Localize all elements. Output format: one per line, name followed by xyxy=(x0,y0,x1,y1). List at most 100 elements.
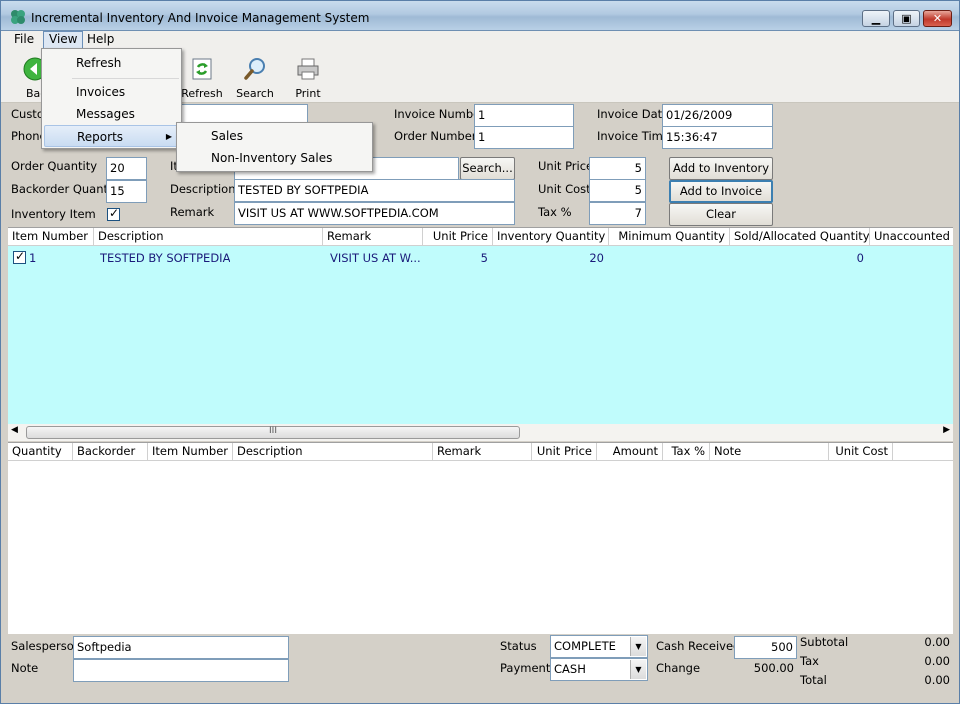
description-label: Description xyxy=(170,182,236,196)
cell-remark: VISIT US AT W... xyxy=(330,251,421,265)
refresh-button[interactable]: Refresh xyxy=(177,53,227,100)
submenu-arrow-icon: ▶ xyxy=(165,132,172,141)
print-button[interactable]: Print xyxy=(283,53,333,100)
col-unit-price[interactable]: Unit Price xyxy=(423,228,493,246)
window-title: Incremental Inventory And Invoice Manage… xyxy=(31,11,370,25)
salesperson-field[interactable]: Softpedia xyxy=(73,636,289,659)
col-quantity[interactable]: Quantity xyxy=(8,443,73,461)
customer-label: Custo xyxy=(11,107,44,121)
search-icon xyxy=(244,58,265,80)
reports-submenu: Sales Non-Inventory Sales xyxy=(176,122,373,172)
refresh-label: Refresh xyxy=(181,87,223,100)
col-unit-cost[interactable]: Unit Cost xyxy=(829,443,893,461)
change-label: Change xyxy=(656,661,701,675)
change-value: 500.00 xyxy=(753,661,794,675)
note-field[interactable] xyxy=(73,659,289,682)
col-unit-price[interactable]: Unit Price xyxy=(532,443,597,461)
unit-cost-field[interactable]: 5 xyxy=(589,179,646,202)
payment-value: CASH xyxy=(554,662,586,676)
col-note[interactable]: Note xyxy=(710,443,829,461)
col-backorder[interactable]: Backorder xyxy=(73,443,148,461)
col-unaccounted[interactable]: Unaccounted xyxy=(870,228,953,246)
description-field[interactable]: TESTED BY SOFTPEDIA xyxy=(234,179,515,202)
col-sold-allocated[interactable]: Sold/Allocated Quantity xyxy=(730,228,870,246)
tax-field[interactable]: 7 xyxy=(589,202,646,225)
note-label: Note xyxy=(11,661,39,675)
menu-file[interactable]: File xyxy=(9,31,39,49)
col-amount[interactable]: Amount xyxy=(597,443,663,461)
view-menu-dropdown: Refresh Invoices Messages Reports ▶ xyxy=(41,48,182,149)
backorder-quantity-field[interactable]: 15 xyxy=(106,180,147,203)
print-label: Print xyxy=(295,87,321,100)
inventory-grid-header: Item Number Description Remark Unit Pric… xyxy=(8,228,953,246)
col-inventory-quantity[interactable]: Inventory Quantity xyxy=(493,228,609,246)
submenu-item-sales[interactable]: Sales xyxy=(179,125,370,147)
invoice-date-field[interactable]: 01/26/2009 xyxy=(662,104,773,127)
search-label: Search xyxy=(236,87,274,100)
invoice-number-field[interactable]: 1 xyxy=(474,104,574,127)
scroll-right-icon[interactable]: ▶ xyxy=(943,425,950,435)
menu-item-messages[interactable]: Messages xyxy=(44,103,179,125)
unit-price-label: Unit Price xyxy=(538,159,594,173)
chevron-down-icon[interactable]: ▼ xyxy=(630,637,646,656)
maximize-button[interactable]: ▣ xyxy=(893,10,920,27)
status-select[interactable]: COMPLETE ▼ xyxy=(550,635,648,658)
total-label: Total xyxy=(800,673,827,687)
subtotal-label: Subtotal xyxy=(800,635,849,649)
inventory-item-checkbox[interactable] xyxy=(107,206,120,221)
cell-sold-allocated: 0 xyxy=(856,251,864,265)
inventory-item-label: Inventory Item xyxy=(11,207,96,221)
invoice-grid-header: Quantity Backorder Item Number Descripti… xyxy=(8,443,953,461)
invoice-date-label: Invoice Date xyxy=(597,107,670,121)
col-item-number[interactable]: Item Number xyxy=(8,228,94,246)
remark-label: Remark xyxy=(170,205,215,219)
invoice-grid[interactable]: Quantity Backorder Item Number Descripti… xyxy=(8,442,953,634)
remark-field[interactable]: VISIT US AT WWW.SOFTPEDIA.COM xyxy=(234,202,515,225)
app-icon xyxy=(11,10,25,24)
unit-price-field[interactable]: 5 xyxy=(589,157,646,180)
menu-help[interactable]: Help xyxy=(82,31,119,49)
menu-item-reports[interactable]: Reports ▶ xyxy=(44,125,179,147)
add-to-inventory-button[interactable]: Add to Inventory xyxy=(669,157,773,180)
row-checkbox[interactable] xyxy=(13,249,26,264)
col-minimum-quantity[interactable]: Minimum Quantity xyxy=(609,228,730,246)
menu-item-reports-label: Reports xyxy=(77,130,124,144)
table-row[interactable]: 1 TESTED BY SOFTPEDIA VISIT US AT W... 5… xyxy=(8,248,953,266)
menu-item-invoices[interactable]: Invoices xyxy=(44,81,179,103)
app-window: Incremental Inventory And Invoice Manage… xyxy=(0,0,960,704)
add-to-invoice-button[interactable]: Add to Invoice xyxy=(669,180,773,203)
order-number-field[interactable]: 1 xyxy=(474,126,574,149)
col-remark[interactable]: Remark xyxy=(323,228,423,246)
payment-label: Payment xyxy=(500,661,551,675)
inventory-grid[interactable]: Item Number Description Remark Unit Pric… xyxy=(8,227,953,424)
scroll-left-icon[interactable]: ◀ xyxy=(11,425,18,435)
chevron-down-icon[interactable]: ▼ xyxy=(630,660,646,679)
close-button[interactable]: ✕ xyxy=(923,10,952,27)
col-item-number[interactable]: Item Number xyxy=(148,443,233,461)
cash-received-label: Cash Received xyxy=(656,639,741,653)
col-remark[interactable]: Remark xyxy=(433,443,532,461)
menu-view[interactable]: View xyxy=(43,31,84,49)
clear-button[interactable]: Clear xyxy=(669,203,773,226)
item-search-button[interactable]: Search... xyxy=(460,157,515,180)
scroll-thumb[interactable]: III xyxy=(26,426,520,439)
payment-select[interactable]: CASH ▼ xyxy=(550,658,648,681)
maximize-icon: ▣ xyxy=(901,12,912,25)
horizontal-scrollbar[interactable]: ◀ III ▶ xyxy=(8,424,953,441)
menu-item-refresh[interactable]: Refresh xyxy=(44,52,179,74)
col-description[interactable]: Description xyxy=(94,228,323,246)
submenu-item-non-inventory-sales[interactable]: Non-Inventory Sales xyxy=(179,147,370,169)
minimize-button[interactable]: ▁ xyxy=(862,10,890,27)
col-description[interactable]: Description xyxy=(233,443,433,461)
status-value: COMPLETE xyxy=(554,639,616,653)
col-tax-percent[interactable]: Tax % xyxy=(663,443,710,461)
order-quantity-field[interactable]: 20 xyxy=(106,157,147,180)
search-button[interactable]: Search xyxy=(230,53,280,100)
order-quantity-label: Order Quantity xyxy=(11,159,98,173)
subtotal-value: 0.00 xyxy=(924,635,950,649)
cell-description: TESTED BY SOFTPEDIA xyxy=(100,251,231,265)
title-bar[interactable]: Incremental Inventory And Invoice Manage… xyxy=(1,1,959,31)
cash-received-field[interactable]: 500 xyxy=(734,636,797,659)
cell-item-number: 1 xyxy=(29,251,37,265)
invoice-time-field[interactable]: 15:36:47 xyxy=(662,126,773,149)
